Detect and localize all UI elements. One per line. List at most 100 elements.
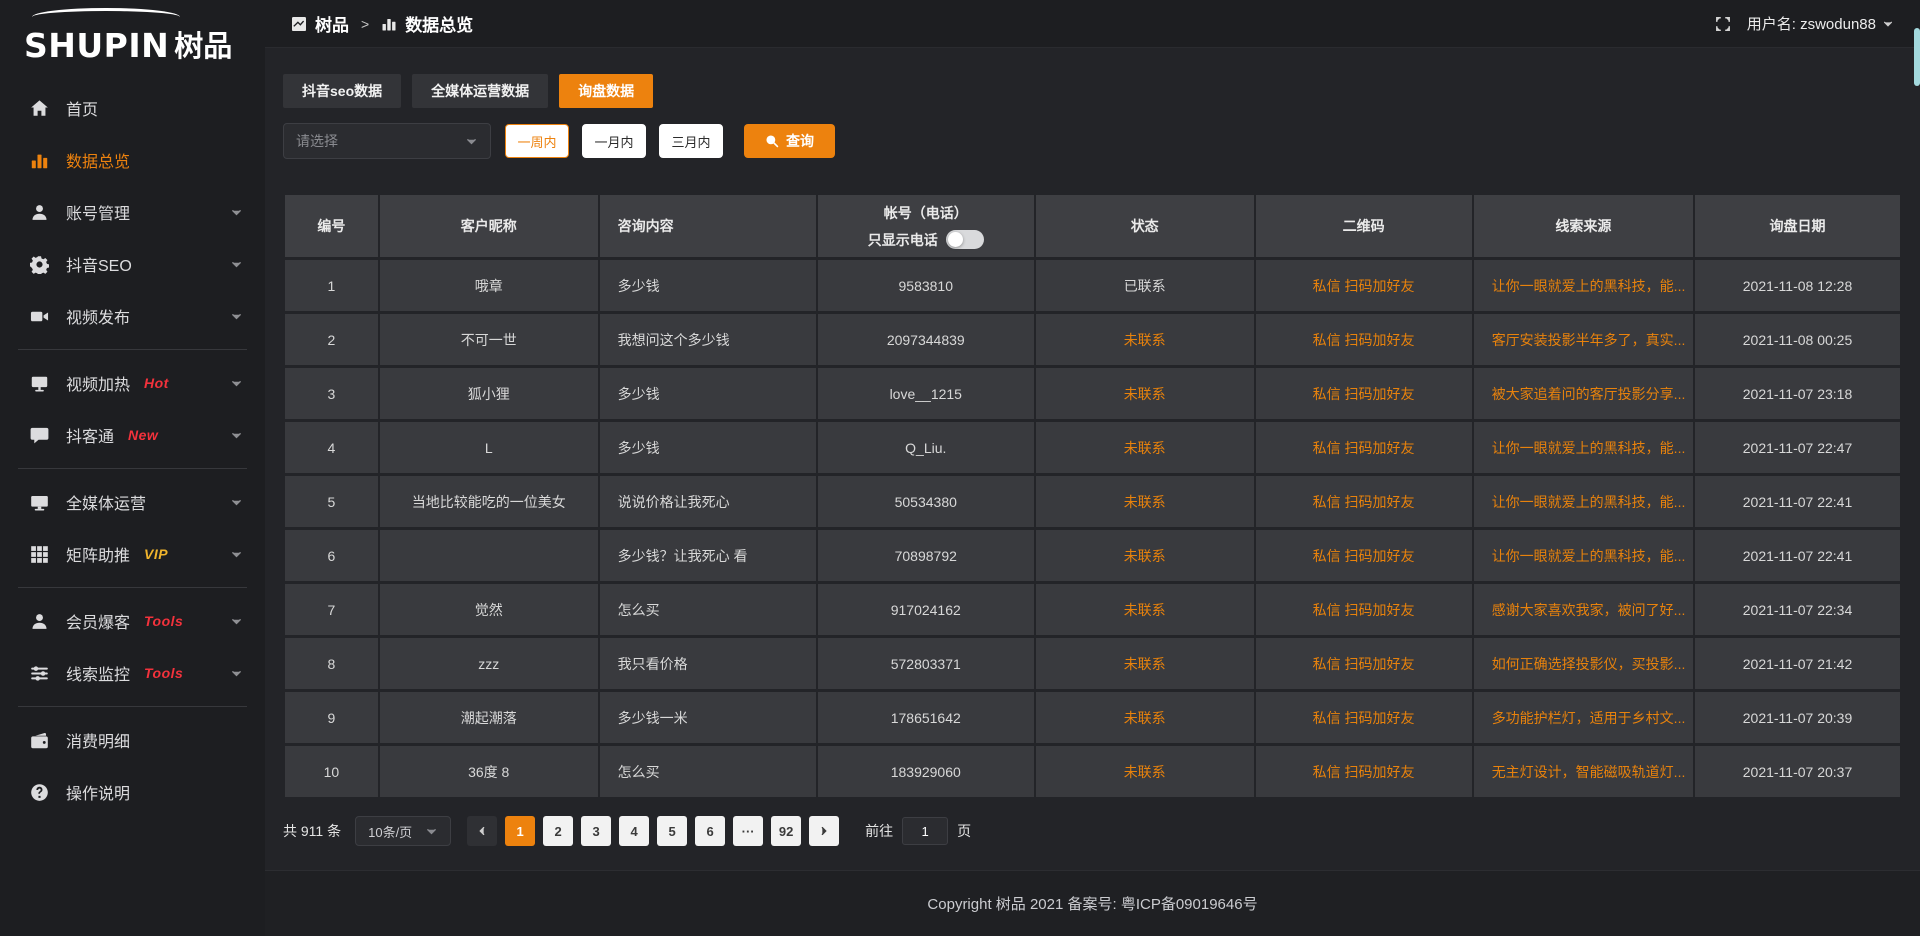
total-count: 共 911 条 [283,821,341,841]
query-button[interactable]: 查询 [744,124,835,158]
cell-content: 怎么买 [600,746,816,797]
fullscreen-icon[interactable] [1715,16,1731,32]
scrollbar[interactable] [1914,0,1920,936]
cell-source-link[interactable]: 客厅安装投影半年多了，真实... [1474,314,1693,365]
sidebar-item-label: 账号管理 [66,200,130,224]
user-menu[interactable]: 用户名: zswodun88 [1747,13,1894,34]
sidebar-item-clue-monitor[interactable]: 线索监控Tools [0,647,265,699]
sidebar-item-data-overview[interactable]: 数据总览 [0,134,265,186]
sidebar-item-video-heating[interactable]: 视频加热Hot [0,357,265,409]
cell-content: 多少钱 [600,368,816,419]
cell-account: 178651642 [818,692,1034,743]
cell-status: 未联系 [1036,638,1254,689]
cell-source-link[interactable]: 让你一眼就爱上的黑科技，能... [1474,260,1693,311]
tab-inquiry-data[interactable]: 询盘数据 [559,74,653,108]
range-button-three-months[interactable]: 三月内 [659,124,723,158]
next-page-button[interactable] [809,816,839,846]
page-button-1[interactable]: 1 [505,816,535,846]
cell-source-link[interactable]: 多功能护栏灯，适用于乡村文... [1474,692,1693,743]
page-button-5[interactable]: 5 [657,816,687,846]
phone-toggle-row: 只显示电话 [818,230,1034,250]
page-button-2[interactable]: 2 [543,816,573,846]
cell-nickname: L [380,422,598,473]
breadcrumb-root[interactable]: 树品 [315,11,349,36]
cell-status: 未联系 [1036,368,1254,419]
filter-select-placeholder: 请选择 [296,131,338,151]
cell-no: 7 [285,584,378,635]
chevron-down-icon [230,667,243,680]
cell-qr-link[interactable]: 私信 扫码加好友 [1256,260,1472,311]
cell-source-link[interactable]: 被大家追着问的客厅投影分享... [1474,368,1693,419]
cell-qr-link[interactable]: 私信 扫码加好友 [1256,638,1472,689]
sidebar-item-operation-guide[interactable]: 操作说明 [0,766,265,818]
logo[interactable]: SHUPIN 树品 [0,6,265,68]
page-button-3[interactable]: 3 [581,816,611,846]
sidebar-item-label: 线索监控 [66,661,130,685]
cell-source-link[interactable]: 让你一眼就爱上的黑科技，能... [1474,422,1693,473]
cell-source-link[interactable]: 让你一眼就爱上的黑科技，能... [1474,530,1693,581]
cell-date: 2021-11-07 20:39 [1695,692,1900,743]
chevron-down-icon [230,429,243,442]
cell-source-link[interactable]: 让你一眼就爱上的黑科技，能... [1474,476,1693,527]
goto-page-input[interactable] [902,817,948,845]
cell-status: 未联系 [1036,584,1254,635]
cell-content: 我只看价格 [600,638,816,689]
page-ellipsis-button[interactable]: ··· [733,816,763,846]
cell-qr-link[interactable]: 私信 扫码加好友 [1256,314,1472,365]
video-camera-icon [30,307,49,326]
sidebar-divider [18,587,247,588]
cell-qr-link[interactable]: 私信 扫码加好友 [1256,746,1472,797]
screen-icon [30,374,49,393]
sidebar-item-badge: New [128,427,158,443]
page-button-6[interactable]: 6 [695,816,725,846]
filter-bar: 请选择 一周内一月内三月内 查询 [283,123,1902,159]
sidebar-item-video-publish[interactable]: 视频发布 [0,290,265,342]
sidebar-item-omni-media[interactable]: 全媒体运营 [0,476,265,528]
sidebar: SHUPIN 树品 首页数据总览账号管理抖音SEO视频发布视频加热Hot抖客通N… [0,0,265,936]
sidebar-item-consumption-detail[interactable]: 消费明细 [0,714,265,766]
filter-select[interactable]: 请选择 [283,123,491,159]
column-header: 线索来源 [1474,195,1693,257]
sidebar-item-matrix-boost[interactable]: 矩阵助推VIP [0,528,265,580]
cell-content: 多少钱一米 [600,692,816,743]
cell-nickname: 不可一世 [380,314,598,365]
sidebar-item-douyin-seo[interactable]: 抖音SEO [0,238,265,290]
tab-omni-media-data[interactable]: 全媒体运营数据 [412,74,548,108]
phone-only-toggle[interactable] [946,230,984,249]
range-button-one-week[interactable]: 一周内 [505,124,569,158]
table-row: 8zzz我只看价格572803371未联系私信 扫码加好友如何正确选择投影仪，买… [285,638,1900,689]
page-button-4[interactable]: 4 [619,816,649,846]
table-row: 2不可一世我想问这个多少钱2097344839未联系私信 扫码加好友客厅安装投影… [285,314,1900,365]
prev-page-button[interactable] [467,816,497,846]
column-header: 编号 [285,195,378,257]
cell-source-link[interactable]: 感谢大家喜欢我家，被问了好... [1474,584,1693,635]
cell-qr-link[interactable]: 私信 扫码加好友 [1256,368,1472,419]
cell-date: 2021-11-07 22:41 [1695,530,1900,581]
cell-qr-link[interactable]: 私信 扫码加好友 [1256,530,1472,581]
cell-qr-link[interactable]: 私信 扫码加好友 [1256,422,1472,473]
cell-qr-link[interactable]: 私信 扫码加好友 [1256,476,1472,527]
scrollbar-thumb[interactable] [1914,28,1920,86]
cell-no: 5 [285,476,378,527]
topbar: 树品 > 数据总览 用户名: zswodun88 [265,0,1920,48]
cell-no: 6 [285,530,378,581]
range-button-one-month[interactable]: 一月内 [582,124,646,158]
sidebar-item-account-management[interactable]: 账号管理 [0,186,265,238]
cell-qr-link[interactable]: 私信 扫码加好友 [1256,584,1472,635]
cell-source-link[interactable]: 无主灯设计，智能磁吸轨道灯... [1474,746,1693,797]
page-button-92[interactable]: 92 [771,816,801,846]
chevron-down-icon [230,496,243,509]
tab-douyin-seo-data[interactable]: 抖音seo数据 [283,74,401,108]
sidebar-divider [18,706,247,707]
sidebar-item-home[interactable]: 首页 [0,82,265,134]
sidebar-item-member-baoke[interactable]: 会员爆客Tools [0,595,265,647]
column-header: 二维码 [1256,195,1472,257]
cell-date: 2021-11-07 22:34 [1695,584,1900,635]
cell-qr-link[interactable]: 私信 扫码加好友 [1256,692,1472,743]
cell-date: 2021-11-08 12:28 [1695,260,1900,311]
sidebar-item-douketong[interactable]: 抖客通New [0,409,265,461]
cell-source-link[interactable]: 如何正确选择投影仪，买投影... [1474,638,1693,689]
app-chart-icon [291,16,307,32]
sidebar-item-label: 视频加热 [66,371,130,395]
page-size-select[interactable]: 10条/页 [355,816,451,846]
